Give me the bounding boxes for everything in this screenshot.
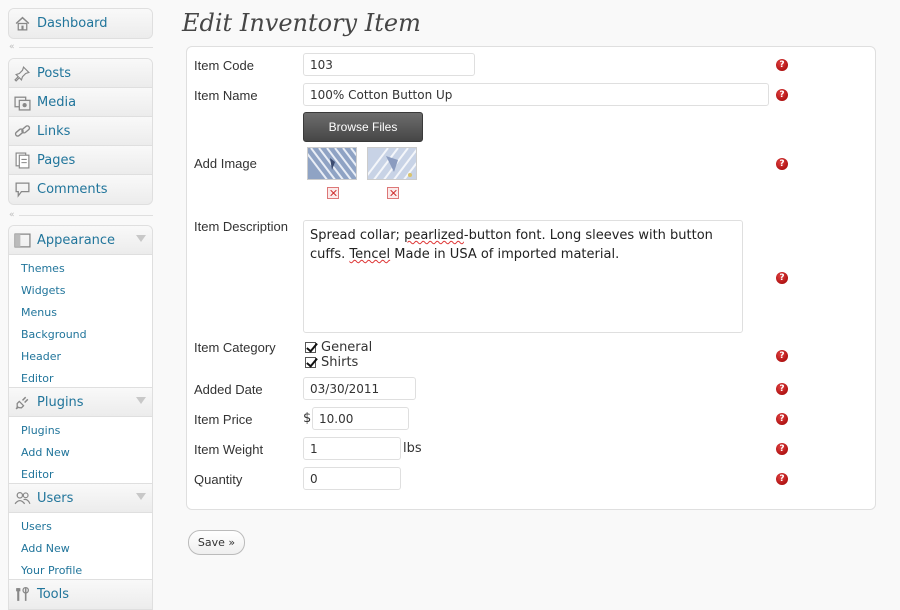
sidebar-item-posts[interactable]: Posts: [9, 59, 152, 88]
help-icon[interactable]: ?: [776, 59, 788, 71]
category-option-label: General: [321, 340, 373, 355]
added-date-label: Added Date: [194, 382, 263, 397]
submenu-item-background[interactable]: Background: [9, 324, 152, 346]
sidebar-item-dashboard[interactable]: Dashboard: [9, 9, 152, 38]
item-price-label: Item Price: [194, 412, 253, 427]
category-option-shirts[interactable]: Shirts: [305, 355, 358, 370]
users-icon: [14, 490, 31, 507]
submenu-item-header[interactable]: Header: [9, 346, 152, 368]
admin-sidebar: Dashboard « Posts Media Links Pages Comm…: [0, 0, 160, 610]
plugins-submenu: Plugins Add New Editor: [9, 417, 152, 489]
item-price-input[interactable]: [312, 407, 409, 430]
inventory-form: Item Code ? Item Name ? Browse Files Add…: [186, 46, 876, 510]
menu-separator[interactable]: «: [9, 211, 153, 220]
sidebar-item-label: Dashboard: [37, 16, 108, 31]
quantity-input[interactable]: [303, 467, 401, 490]
chevron-down-icon[interactable]: [136, 397, 146, 404]
users-menu: Users Users Add New Your Profile: [8, 483, 153, 586]
tools-menu: Tools: [8, 579, 153, 610]
chevron-down-icon[interactable]: [136, 493, 146, 500]
delete-image-icon[interactable]: [327, 187, 339, 199]
comment-icon: [14, 181, 31, 198]
item-code-input[interactable]: [303, 53, 475, 76]
item-description-textarea[interactable]: Spread collar; pearlized-button font. Lo…: [303, 220, 743, 333]
submenu-item-add-new-user[interactable]: Add New: [9, 538, 152, 560]
appearance-icon: [14, 232, 31, 249]
submenu-item-widgets[interactable]: Widgets: [9, 280, 152, 302]
sidebar-item-label: Users: [37, 490, 74, 506]
sidebar-item-label: Media: [37, 94, 77, 110]
pages-icon: [14, 151, 31, 169]
misspelled-word[interactable]: Tencel: [349, 247, 390, 262]
sidebar-item-pages[interactable]: Pages: [9, 146, 152, 175]
sidebar-item-label: Plugins: [37, 394, 84, 410]
description-text: Spread collar;: [310, 228, 405, 243]
menu-separator[interactable]: «: [9, 43, 153, 52]
help-icon[interactable]: ?: [776, 383, 788, 395]
chevron-down-icon[interactable]: [136, 235, 146, 242]
sidebar-item-users[interactable]: Users: [9, 484, 152, 513]
appearance-submenu: Themes Widgets Menus Background Header E…: [9, 255, 152, 393]
added-date-input[interactable]: [303, 377, 416, 400]
help-icon[interactable]: ?: [776, 272, 788, 284]
sidebar-item-label: Comments: [37, 182, 108, 197]
weight-unit: lbs: [403, 441, 422, 456]
browse-files-button[interactable]: Browse Files: [303, 112, 423, 142]
help-icon[interactable]: ?: [776, 473, 788, 485]
plugins-menu: Plugins Plugins Add New Editor: [8, 387, 153, 490]
help-icon[interactable]: ?: [776, 443, 788, 455]
sidebar-item-plugins[interactable]: Plugins: [9, 388, 152, 417]
sidebar-item-label: Links: [37, 123, 71, 139]
item-name-label: Item Name: [194, 88, 258, 103]
sidebar-item-appearance[interactable]: Appearance: [9, 226, 152, 255]
item-category-label: Item Category: [194, 340, 276, 355]
add-image-label: Add Image: [194, 156, 257, 171]
sidebar-item-label: Pages: [37, 152, 76, 168]
sidebar-item-media[interactable]: Media: [9, 88, 152, 117]
category-option-label: Shirts: [321, 355, 359, 370]
dashboard-menu: Dashboard: [8, 8, 153, 39]
item-weight-input[interactable]: [303, 437, 401, 460]
save-button[interactable]: Save »: [188, 530, 245, 555]
users-submenu: Users Add New Your Profile: [9, 513, 152, 585]
help-icon[interactable]: ?: [776, 89, 788, 101]
checkbox-checked[interactable]: [305, 357, 316, 368]
submenu-item-themes[interactable]: Themes: [9, 258, 152, 280]
submenu-item-add-new-plugin[interactable]: Add New: [9, 442, 152, 464]
appearance-menu: Appearance Themes Widgets Menus Backgrou…: [8, 225, 153, 393]
pin-icon: [14, 65, 31, 82]
delete-image-icon[interactable]: [387, 187, 399, 199]
submenu-item-plugins[interactable]: Plugins: [9, 420, 152, 442]
page-title: Edit Inventory Item: [182, 9, 421, 37]
sidebar-item-label: Appearance: [37, 232, 116, 248]
tools-icon: [14, 586, 31, 603]
currency-symbol: $: [303, 411, 312, 426]
plug-icon: [14, 394, 31, 411]
image-thumbnail[interactable]: [307, 147, 357, 180]
item-name-input[interactable]: [303, 83, 769, 106]
submenu-item-menus[interactable]: Menus: [9, 302, 152, 324]
content-menu: Posts Media Links Pages Comments: [8, 58, 153, 205]
sidebar-item-links[interactable]: Links: [9, 117, 152, 146]
sidebar-item-tools[interactable]: Tools: [9, 580, 152, 609]
checkbox-checked[interactable]: [305, 342, 316, 353]
help-icon[interactable]: ?: [776, 350, 788, 362]
item-code-label: Item Code: [194, 58, 254, 73]
sidebar-item-comments[interactable]: Comments: [9, 175, 152, 204]
quantity-label: Quantity: [194, 472, 243, 487]
sidebar-item-label: Posts: [37, 65, 71, 81]
image-thumbnail[interactable]: [367, 147, 417, 180]
help-icon[interactable]: ?: [776, 158, 788, 170]
item-description-label: Item Description: [194, 219, 288, 234]
sidebar-item-label: Tools: [37, 587, 70, 602]
item-weight-label: Item Weight: [194, 442, 264, 457]
media-icon: [14, 94, 31, 111]
submenu-item-users[interactable]: Users: [9, 516, 152, 538]
house-icon: [14, 15, 31, 32]
link-icon: [14, 123, 31, 140]
description-text: Made in USA of imported material.: [390, 247, 620, 262]
category-option-general[interactable]: General: [305, 340, 372, 355]
help-icon[interactable]: ?: [776, 413, 788, 425]
misspelled-word[interactable]: pearlized: [404, 228, 464, 243]
